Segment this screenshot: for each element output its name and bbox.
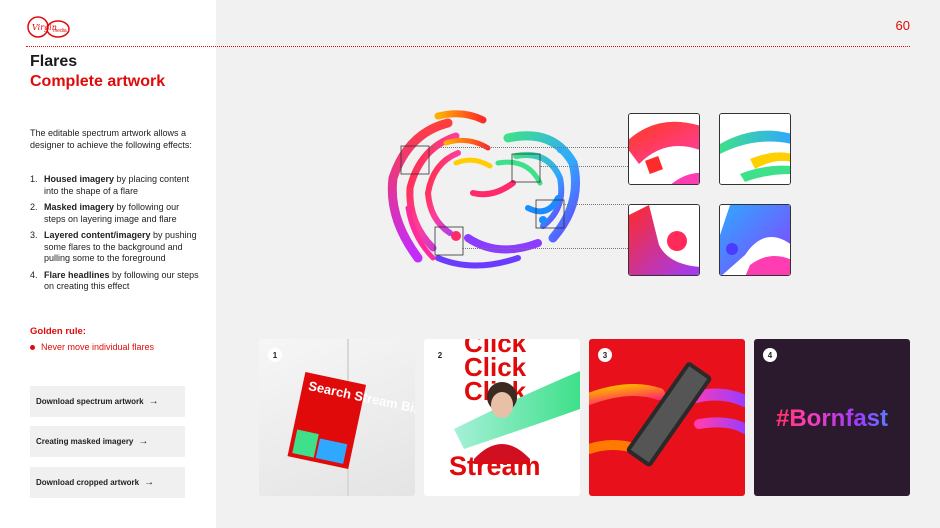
- page-title: Flares: [30, 53, 78, 70]
- download-spectrum-artwork-button[interactable]: Download spectrum artwork →: [30, 386, 185, 417]
- example-card-layered-content: 3: [589, 339, 745, 496]
- spectrum-flare-artwork: [387, 110, 580, 269]
- leader-line: [540, 166, 628, 167]
- example-card-masked-imagery: 2 Click Click Click Stream: [424, 339, 580, 496]
- divider: [26, 46, 910, 47]
- list-item: 1. Housed imagery by placing content int…: [30, 174, 190, 196]
- arrow-right-icon: →: [144, 477, 155, 488]
- example-card-housed-imagery: 1 Search Stream Binge: [259, 339, 415, 496]
- leader-line: [563, 204, 628, 205]
- golden-rule-title: Golden rule:: [30, 326, 86, 337]
- flare-detail-thumbnail: [719, 113, 791, 185]
- list-item: 2. Masked imagery by following our steps…: [30, 202, 180, 224]
- bornfast-headline: #Bornfast: [754, 405, 910, 433]
- page-number: 60: [895, 18, 910, 33]
- leader-line: [462, 248, 628, 249]
- creating-masked-imagery-button[interactable]: Creating masked imagery →: [30, 426, 185, 457]
- sidebar: Virgin media Flares Complete artwork The…: [0, 0, 216, 528]
- effects-list: 1. Housed imagery by placing content int…: [30, 174, 200, 298]
- flare-detail-thumbnail: [719, 204, 791, 276]
- page-subtitle: Complete artwork: [30, 73, 166, 90]
- download-cropped-artwork-button[interactable]: Download cropped artwork →: [30, 467, 185, 498]
- flare-detail-thumbnail: [628, 113, 700, 185]
- golden-rule-item: Never move individual flares: [30, 342, 154, 352]
- list-item: 4. Flare headlines by following our step…: [30, 269, 199, 292]
- example-card-flare-headline: 4 #Bornfast: [754, 339, 910, 496]
- intro-text: The editable spectrum artwork allows a d…: [30, 128, 192, 150]
- list-item: 3. Layered content/imagery by pushing so…: [30, 230, 197, 263]
- stream-headline: Stream: [449, 451, 541, 481]
- svg-text:media: media: [53, 28, 67, 34]
- bullet-icon: [30, 344, 35, 350]
- arrow-right-icon: →: [138, 436, 149, 447]
- leader-line: [430, 147, 628, 148]
- virgin-media-logo: Virgin media: [26, 14, 72, 47]
- arrow-right-icon: →: [148, 396, 159, 407]
- flare-detail-thumbnail: [628, 204, 700, 276]
